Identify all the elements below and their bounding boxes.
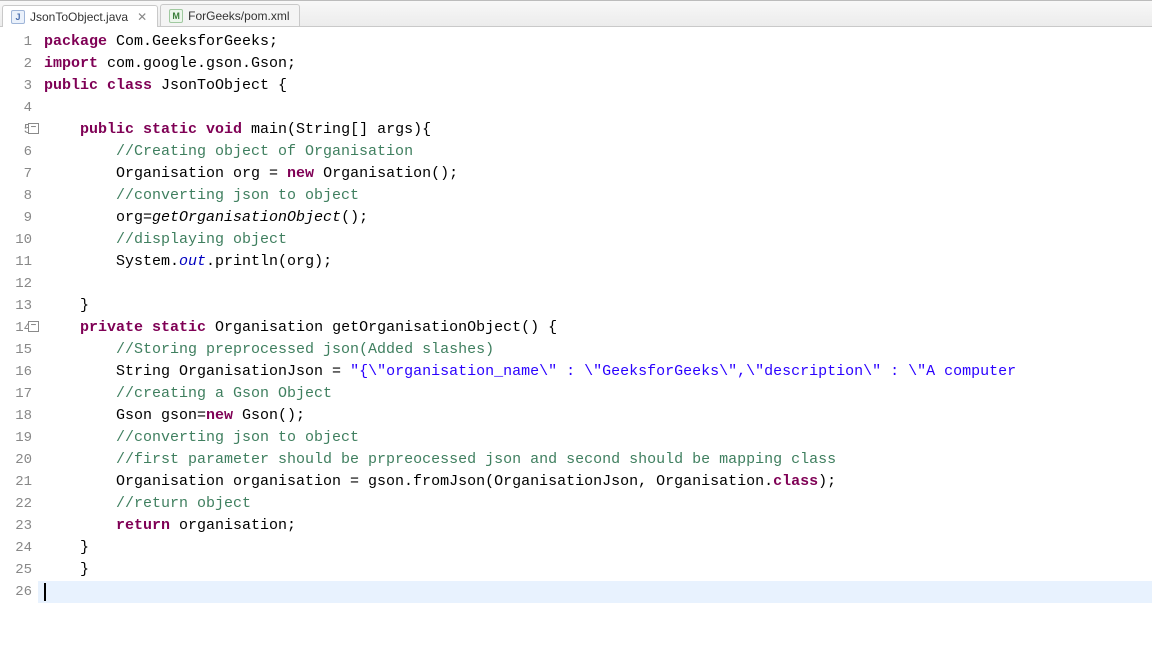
code-line[interactable]: //return object bbox=[44, 493, 1152, 515]
code-line[interactable]: //displaying object bbox=[44, 229, 1152, 251]
line-number: 21 bbox=[0, 471, 36, 493]
code-line[interactable]: //converting json to object bbox=[44, 185, 1152, 207]
code-line[interactable]: //Creating object of Organisation bbox=[44, 141, 1152, 163]
code-line[interactable] bbox=[44, 581, 1152, 603]
code-line[interactable]: import com.google.gson.Gson; bbox=[44, 53, 1152, 75]
line-number: 9 bbox=[0, 207, 36, 229]
line-number: 7 bbox=[0, 163, 36, 185]
line-number: 2 bbox=[0, 53, 36, 75]
code-line[interactable]: } bbox=[44, 537, 1152, 559]
tab-label: ForGeeks/pom.xml bbox=[188, 9, 289, 23]
line-number: 10 bbox=[0, 229, 36, 251]
code-line[interactable] bbox=[44, 97, 1152, 119]
code-area[interactable]: package Com.GeeksforGeeks;import com.goo… bbox=[38, 27, 1152, 648]
code-line[interactable]: Organisation org = new Organisation(); bbox=[44, 163, 1152, 185]
tab-json-to-object[interactable]: J JsonToObject.java ✕ bbox=[2, 5, 158, 27]
code-line[interactable]: Organisation organisation = gson.fromJso… bbox=[44, 471, 1152, 493]
line-number: 14− bbox=[0, 317, 36, 339]
code-line[interactable]: return organisation; bbox=[44, 515, 1152, 537]
code-line[interactable]: Gson gson=new Gson(); bbox=[44, 405, 1152, 427]
code-line[interactable]: } bbox=[44, 559, 1152, 581]
java-file-icon: J bbox=[11, 10, 25, 24]
line-number: 3 bbox=[0, 75, 36, 97]
tab-label: JsonToObject.java bbox=[30, 10, 128, 24]
maven-file-icon: M bbox=[169, 9, 183, 23]
code-line[interactable]: private static Organisation getOrganisat… bbox=[44, 317, 1152, 339]
code-line[interactable]: public static void main(String[] args){ bbox=[44, 119, 1152, 141]
line-number: 26 bbox=[0, 581, 36, 603]
line-number: 22 bbox=[0, 493, 36, 515]
line-number: 24 bbox=[0, 537, 36, 559]
code-editor[interactable]: 12345−67891011121314−1516171819202122232… bbox=[0, 27, 1152, 648]
code-line[interactable]: //creating a Gson Object bbox=[44, 383, 1152, 405]
code-line[interactable]: } bbox=[44, 295, 1152, 317]
line-number: 23 bbox=[0, 515, 36, 537]
line-number: 12 bbox=[0, 273, 36, 295]
editor-tabbar: J JsonToObject.java ✕ M ForGeeks/pom.xml bbox=[0, 1, 1152, 27]
code-line[interactable] bbox=[44, 273, 1152, 295]
line-number: 13 bbox=[0, 295, 36, 317]
close-icon[interactable]: ✕ bbox=[137, 10, 147, 24]
line-number: 25 bbox=[0, 559, 36, 581]
code-line[interactable]: package Com.GeeksforGeeks; bbox=[44, 31, 1152, 53]
code-line[interactable]: org=getOrganisationObject(); bbox=[44, 207, 1152, 229]
line-number: 1 bbox=[0, 31, 36, 53]
code-line[interactable]: //Storing preprocessed json(Added slashe… bbox=[44, 339, 1152, 361]
line-number: 18 bbox=[0, 405, 36, 427]
code-line[interactable]: //converting json to object bbox=[44, 427, 1152, 449]
line-number: 15 bbox=[0, 339, 36, 361]
line-number: 4 bbox=[0, 97, 36, 119]
line-number: 16 bbox=[0, 361, 36, 383]
code-line[interactable]: public class JsonToObject { bbox=[44, 75, 1152, 97]
code-line[interactable]: System.out.println(org); bbox=[44, 251, 1152, 273]
line-number: 19 bbox=[0, 427, 36, 449]
line-number: 20 bbox=[0, 449, 36, 471]
line-number: 5− bbox=[0, 119, 36, 141]
code-line[interactable]: //first parameter should be prpreocessed… bbox=[44, 449, 1152, 471]
line-number: 8 bbox=[0, 185, 36, 207]
line-number: 6 bbox=[0, 141, 36, 163]
line-number: 11 bbox=[0, 251, 36, 273]
code-line[interactable]: String OrganisationJson = "{\"organisati… bbox=[44, 361, 1152, 383]
line-number: 17 bbox=[0, 383, 36, 405]
tab-pom-xml[interactable]: M ForGeeks/pom.xml bbox=[160, 4, 300, 26]
line-number-gutter: 12345−67891011121314−1516171819202122232… bbox=[0, 27, 38, 648]
